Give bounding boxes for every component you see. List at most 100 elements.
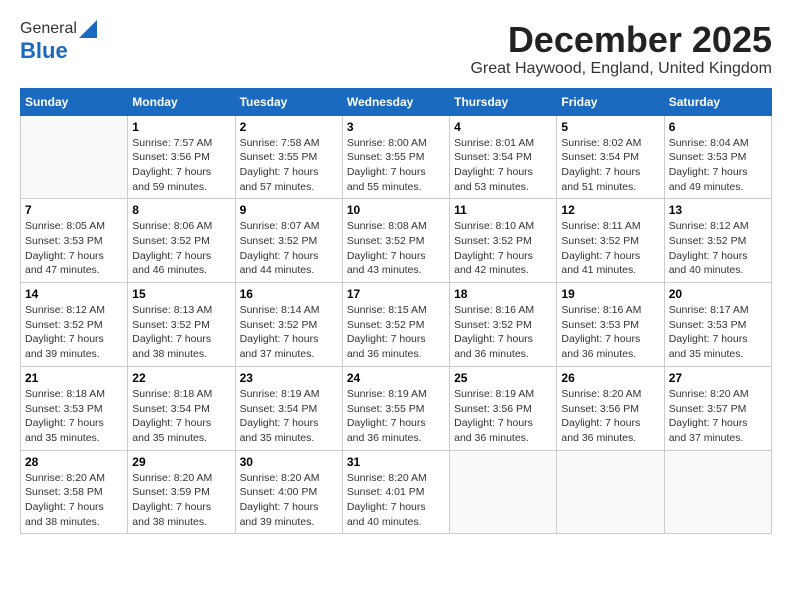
calendar-cell: 1 Sunrise: 7:57 AM Sunset: 3:56 PM Daylig… xyxy=(128,115,235,199)
day-info: Sunrise: 8:18 AM Sunset: 3:53 PM Dayligh… xyxy=(25,387,123,446)
day-number: 6 xyxy=(669,120,767,134)
calendar-cell: 3 Sunrise: 8:00 AM Sunset: 3:55 PM Daylig… xyxy=(342,115,449,199)
day-number: 13 xyxy=(669,203,767,217)
day-info: Sunrise: 8:12 AM Sunset: 3:52 PM Dayligh… xyxy=(25,303,123,362)
calendar-week-row: 28 Sunrise: 8:20 AM Sunset: 3:58 PM Dayli… xyxy=(21,450,772,534)
header-thursday: Thursday xyxy=(450,88,557,115)
day-info: Sunrise: 8:02 AM Sunset: 3:54 PM Dayligh… xyxy=(561,136,659,195)
calendar-table: SundayMondayTuesdayWednesdayThursdayFrid… xyxy=(20,88,772,535)
location-title: Great Haywood, England, United Kingdom xyxy=(470,60,772,78)
logo-general-text: General xyxy=(20,20,77,38)
day-number: 17 xyxy=(347,287,445,301)
title-block: December 2025 Great Haywood, England, Un… xyxy=(470,20,772,78)
calendar-cell xyxy=(664,450,771,534)
calendar-cell: 7Sunrise: 8:05 AM Sunset: 3:53 PM Daylig… xyxy=(21,199,128,283)
calendar-week-row: 14 Sunrise: 8:12 AM Sunset: 3:52 PM Dayli… xyxy=(21,283,772,367)
calendar-cell: 23 Sunrise: 8:19 AM Sunset: 3:54 PM Dayli… xyxy=(235,366,342,450)
day-info: Sunrise: 7:57 AM Sunset: 3:56 PM Dayligh… xyxy=(132,136,230,195)
day-number: 27 xyxy=(669,371,767,385)
day-info: Sunrise: 8:12 AM Sunset: 3:52 PM Dayligh… xyxy=(669,219,767,278)
day-info: Sunrise: 8:14 AM Sunset: 3:52 PM Dayligh… xyxy=(240,303,338,362)
day-number: 26 xyxy=(561,371,659,385)
day-info: Sunrise: 8:13 AM Sunset: 3:52 PM Dayligh… xyxy=(132,303,230,362)
day-number: 29 xyxy=(132,455,230,469)
day-number: 14 xyxy=(25,287,123,301)
calendar-cell: 21 Sunrise: 8:18 AM Sunset: 3:53 PM Dayli… xyxy=(21,366,128,450)
calendar-cell: 30 Sunrise: 8:20 AM Sunset: 4:00 PM Dayli… xyxy=(235,450,342,534)
day-number: 15 xyxy=(132,287,230,301)
day-number: 28 xyxy=(25,455,123,469)
header-wednesday: Wednesday xyxy=(342,88,449,115)
day-number: 5 xyxy=(561,120,659,134)
day-info: Sunrise: 8:04 AM Sunset: 3:53 PM Dayligh… xyxy=(669,136,767,195)
calendar-cell xyxy=(450,450,557,534)
calendar-cell: 2 Sunrise: 7:58 AM Sunset: 3:55 PM Daylig… xyxy=(235,115,342,199)
calendar-cell: 29 Sunrise: 8:20 AM Sunset: 3:59 PM Dayli… xyxy=(128,450,235,534)
day-info: Sunrise: 8:20 AM Sunset: 3:57 PM Dayligh… xyxy=(669,387,767,446)
calendar-cell: 27 Sunrise: 8:20 AM Sunset: 3:57 PM Dayli… xyxy=(664,366,771,450)
calendar-cell: 15 Sunrise: 8:13 AM Sunset: 3:52 PM Dayli… xyxy=(128,283,235,367)
calendar-week-row: 21 Sunrise: 8:18 AM Sunset: 3:53 PM Dayli… xyxy=(21,366,772,450)
day-info: Sunrise: 8:20 AM Sunset: 3:59 PM Dayligh… xyxy=(132,471,230,530)
day-info: Sunrise: 8:19 AM Sunset: 3:56 PM Dayligh… xyxy=(454,387,552,446)
header-saturday: Saturday xyxy=(664,88,771,115)
day-number: 9 xyxy=(240,203,338,217)
calendar-cell: 13 Sunrise: 8:12 AM Sunset: 3:52 PM Dayli… xyxy=(664,199,771,283)
calendar-cell xyxy=(21,115,128,199)
calendar-cell: 5 Sunrise: 8:02 AM Sunset: 3:54 PM Daylig… xyxy=(557,115,664,199)
calendar-cell: 28 Sunrise: 8:20 AM Sunset: 3:58 PM Dayli… xyxy=(21,450,128,534)
day-info: Sunrise: 8:05 AM Sunset: 3:53 PM Dayligh… xyxy=(25,219,123,278)
day-number: 16 xyxy=(240,287,338,301)
calendar-cell: 6 Sunrise: 8:04 AM Sunset: 3:53 PM Daylig… xyxy=(664,115,771,199)
logo-triangle-icon xyxy=(79,20,97,38)
day-info: Sunrise: 8:07 AM Sunset: 3:52 PM Dayligh… xyxy=(240,219,338,278)
calendar-cell: 18Sunrise: 8:16 AM Sunset: 3:52 PM Dayli… xyxy=(450,283,557,367)
calendar-cell: 11Sunrise: 8:10 AM Sunset: 3:52 PM Dayli… xyxy=(450,199,557,283)
day-number: 8 xyxy=(132,203,230,217)
page-header: General Blue December 2025 Great Haywood… xyxy=(20,20,772,78)
calendar-cell: 20Sunrise: 8:17 AM Sunset: 3:53 PM Dayli… xyxy=(664,283,771,367)
day-info: Sunrise: 8:01 AM Sunset: 3:54 PM Dayligh… xyxy=(454,136,552,195)
day-info: Sunrise: 7:58 AM Sunset: 3:55 PM Dayligh… xyxy=(240,136,338,195)
header-monday: Monday xyxy=(128,88,235,115)
day-info: Sunrise: 8:19 AM Sunset: 3:55 PM Dayligh… xyxy=(347,387,445,446)
calendar-cell: 16 Sunrise: 8:14 AM Sunset: 3:52 PM Dayli… xyxy=(235,283,342,367)
day-info: Sunrise: 8:20 AM Sunset: 4:00 PM Dayligh… xyxy=(240,471,338,530)
day-info: Sunrise: 8:20 AM Sunset: 3:58 PM Dayligh… xyxy=(25,471,123,530)
calendar-cell: 9 Sunrise: 8:07 AM Sunset: 3:52 PM Daylig… xyxy=(235,199,342,283)
day-number: 1 xyxy=(132,120,230,134)
day-number: 23 xyxy=(240,371,338,385)
day-number: 10 xyxy=(347,203,445,217)
calendar-cell: 26Sunrise: 8:20 AM Sunset: 3:56 PM Dayli… xyxy=(557,366,664,450)
logo-blue-text: Blue xyxy=(20,38,68,64)
calendar-cell: 19Sunrise: 8:16 AM Sunset: 3:53 PM Dayli… xyxy=(557,283,664,367)
calendar-cell: 17 Sunrise: 8:15 AM Sunset: 3:52 PM Dayli… xyxy=(342,283,449,367)
calendar-cell: 4 Sunrise: 8:01 AM Sunset: 3:54 PM Daylig… xyxy=(450,115,557,199)
header-tuesday: Tuesday xyxy=(235,88,342,115)
day-number: 11 xyxy=(454,203,552,217)
calendar-cell: 12 Sunrise: 8:11 AM Sunset: 3:52 PM Dayli… xyxy=(557,199,664,283)
day-info: Sunrise: 8:08 AM Sunset: 3:52 PM Dayligh… xyxy=(347,219,445,278)
day-info: Sunrise: 8:00 AM Sunset: 3:55 PM Dayligh… xyxy=(347,136,445,195)
day-number: 4 xyxy=(454,120,552,134)
day-number: 19 xyxy=(561,287,659,301)
day-number: 2 xyxy=(240,120,338,134)
day-number: 21 xyxy=(25,371,123,385)
day-number: 25 xyxy=(454,371,552,385)
day-number: 31 xyxy=(347,455,445,469)
day-number: 12 xyxy=(561,203,659,217)
day-number: 30 xyxy=(240,455,338,469)
day-info: Sunrise: 8:11 AM Sunset: 3:52 PM Dayligh… xyxy=(561,219,659,278)
day-info: Sunrise: 8:19 AM Sunset: 3:54 PM Dayligh… xyxy=(240,387,338,446)
calendar-cell: 22Sunrise: 8:18 AM Sunset: 3:54 PM Dayli… xyxy=(128,366,235,450)
calendar-cell: 10 Sunrise: 8:08 AM Sunset: 3:52 PM Dayli… xyxy=(342,199,449,283)
day-number: 20 xyxy=(669,287,767,301)
day-info: Sunrise: 8:06 AM Sunset: 3:52 PM Dayligh… xyxy=(132,219,230,278)
day-info: Sunrise: 8:20 AM Sunset: 4:01 PM Dayligh… xyxy=(347,471,445,530)
day-info: Sunrise: 8:16 AM Sunset: 3:52 PM Dayligh… xyxy=(454,303,552,362)
day-info: Sunrise: 8:15 AM Sunset: 3:52 PM Dayligh… xyxy=(347,303,445,362)
day-number: 22 xyxy=(132,371,230,385)
header-friday: Friday xyxy=(557,88,664,115)
day-number: 3 xyxy=(347,120,445,134)
calendar-cell: 31 Sunrise: 8:20 AM Sunset: 4:01 PM Dayli… xyxy=(342,450,449,534)
